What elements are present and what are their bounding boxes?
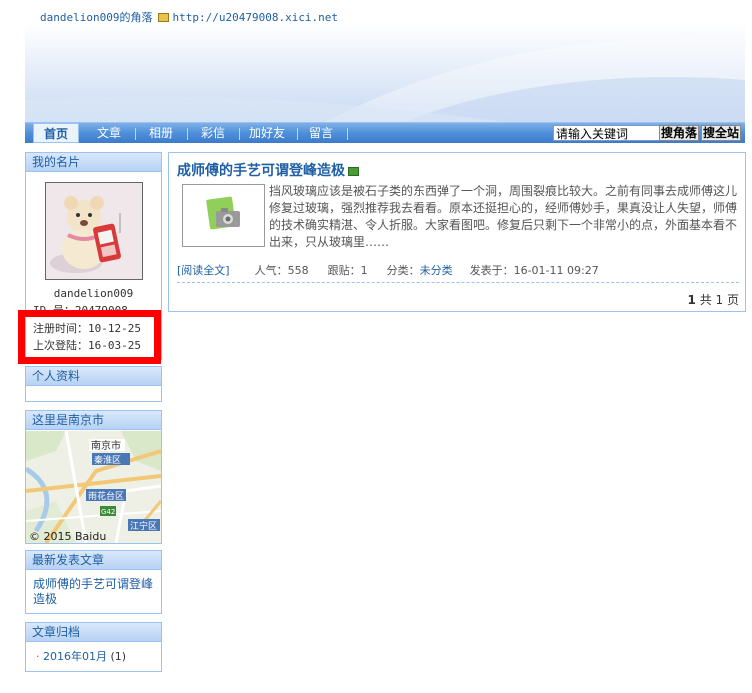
post-title[interactable]: 成师傅的手艺可谓登峰造极 (177, 160, 359, 180)
personal-info-box: 个人资料 (25, 366, 162, 402)
teddy-bear-avatar-image (46, 183, 142, 279)
site-title-text[interactable]: dandelion009的角落 (40, 11, 152, 24)
nav-guestbook[interactable]: 留言 (301, 123, 341, 143)
archive-box: 文章归档 · 2016年01月 (1) (25, 622, 162, 672)
posted-label: 发表于： (469, 264, 514, 277)
post-title-text[interactable]: 成师傅的手艺可谓登峰造极 (177, 163, 345, 179)
map-label-jiangning: 江宁区 (130, 520, 157, 532)
nav-home[interactable]: 首页 (33, 123, 79, 143)
map-box: 这里是南京市 南京市 秦淮区 雨花台区 G42 江宁区 © 2015 Baidu (25, 410, 162, 544)
recent-posts-title: 最新发表文章 (26, 551, 161, 570)
recent-posts-box: 最新发表文章 成师傅的手艺可谓登峰造极 (25, 550, 162, 614)
replies-label: 跟贴： (327, 264, 361, 277)
photo-placeholder-icon (183, 185, 264, 246)
category-label: 分类： (386, 264, 420, 277)
site-url[interactable]: http://u20479008.xici.net (172, 11, 338, 24)
nav-album[interactable]: 相册 (141, 123, 181, 143)
search-all-button[interactable]: 搜全站 (701, 125, 742, 141)
map-label-road: G42 (101, 508, 115, 516)
avatar[interactable] (45, 182, 143, 280)
archive-item: · 2016年01月 (1) (36, 648, 126, 664)
views-count: 558 (287, 264, 309, 277)
highlight-box (18, 310, 161, 364)
post-panel: 成师傅的手艺可谓登峰造极 挡风玻璃应该是被石子类的东西弹了一个洞，周围裂痕比较大… (168, 152, 746, 312)
nav-articles[interactable]: 文章 (89, 123, 129, 143)
map-box-title: 这里是南京市 (26, 411, 161, 430)
map-label-qinhuai: 秦淮区 (94, 454, 121, 466)
nav-add-friend[interactable]: 加好友 (243, 123, 291, 143)
image-icon (348, 167, 359, 176)
divider (177, 282, 739, 283)
recent-post-link[interactable]: 成师傅的手艺可谓登峰造极 (33, 577, 161, 607)
views-label: 人气： (254, 264, 288, 277)
nav-separator (297, 128, 298, 140)
map-copyright: © 2015 Baidu (29, 530, 106, 543)
post-excerpt: 挡风玻璃应该是被石子类的东西弹了一个洞，周围裂痕比较大。之前有同事去成师傅这儿修… (269, 184, 738, 249)
search-site-button[interactable]: 搜角落 (659, 125, 700, 141)
post-meta: [阅读全文] 人气：558 跟贴：1 分类：未分类 发表于：16-01-11 0… (177, 262, 599, 278)
post-thumbnail[interactable] (182, 184, 265, 247)
baidu-map[interactable]: 南京市 秦淮区 雨花台区 G42 江宁区 © 2015 Baidu (26, 431, 161, 543)
main-nav: 首页 文章 相册 彩信 加好友 留言 搜角落 搜全站 (25, 122, 745, 143)
profile-username: dandelion009 (53, 287, 134, 300)
pager-current: 1 (687, 293, 696, 307)
nav-separator (347, 128, 348, 140)
nav-separator (239, 128, 240, 140)
pager-total: 共 1 页 (699, 293, 739, 307)
read-more-link[interactable]: [阅读全文] (177, 264, 230, 277)
archive-count: (1) (110, 650, 127, 663)
personal-info-title[interactable]: 个人资料 (26, 367, 161, 386)
posted-time: 16-01-11 09:27 (513, 264, 599, 277)
link-icon (158, 13, 170, 22)
nav-mms[interactable]: 彩信 (193, 123, 233, 143)
category-link[interactable]: 未分类 (420, 264, 453, 277)
pager: 1 共 1 页 (688, 291, 739, 308)
archive-month-link[interactable]: 2016年01月 (43, 650, 107, 663)
nav-separator (135, 128, 136, 140)
map-label-yuhuatai: 雨花台区 (88, 490, 124, 502)
replies-count: 1 (360, 264, 368, 277)
map-label-city: 南京市 (91, 439, 121, 452)
nav-separator (187, 128, 188, 140)
bullet-icon: · (36, 650, 40, 663)
profile-card-title: 我的名片 (26, 153, 161, 172)
archive-title: 文章归档 (26, 623, 161, 642)
site-title[interactable]: dandelion009的角落 http://u20479008.xici.net (40, 9, 338, 25)
